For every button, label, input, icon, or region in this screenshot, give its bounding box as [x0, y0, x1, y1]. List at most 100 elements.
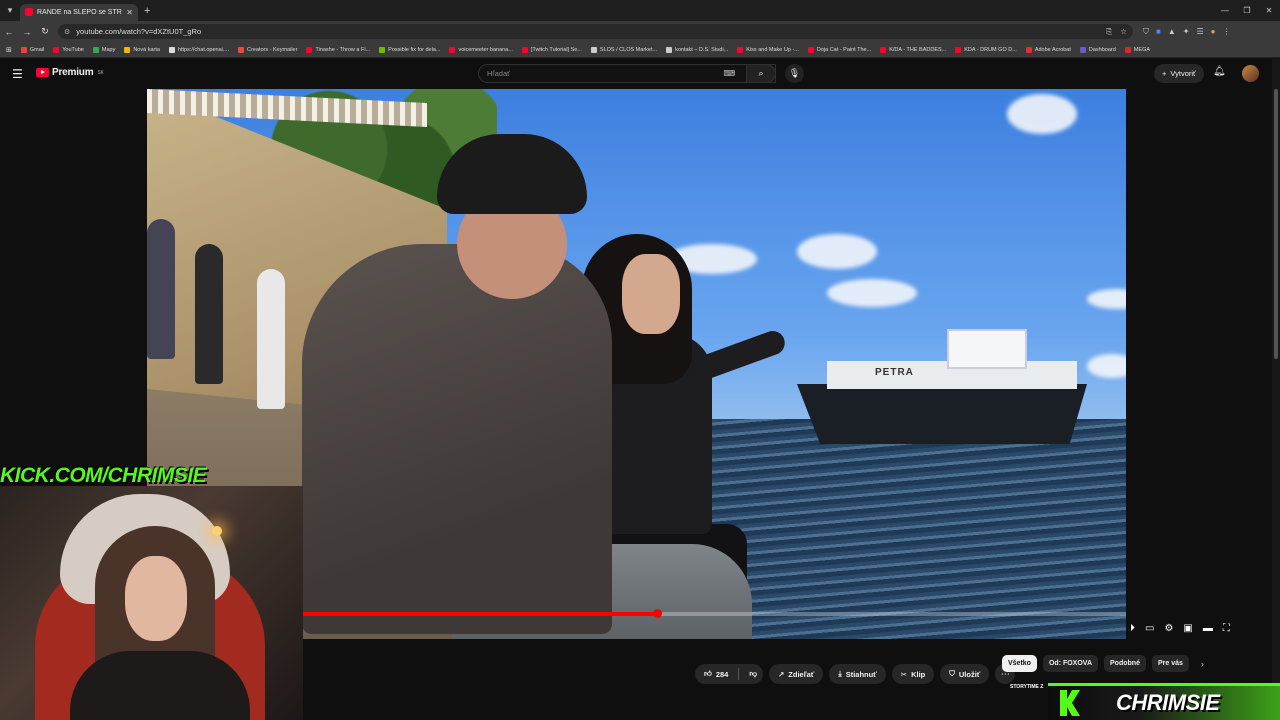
bookmark-label: [Twitch Tutorial] Se... — [530, 46, 582, 53]
bookmark-label: Dashboard — [1088, 46, 1116, 53]
fullscreen-icon[interactable]: ⛶ — [1223, 623, 1230, 634]
bookmark-label: Doja Cat - Paint The... — [816, 46, 872, 53]
address-toolbar: ← → ↻ ⚙ youtube.com/watch?v=dXZtU0T_gRo … — [0, 21, 1280, 42]
voice-search-button[interactable]: 🎙︎ — [785, 64, 804, 83]
dislike-button[interactable]: 👎︎ — [749, 669, 757, 679]
theater-mode-icon[interactable]: ▬ — [1203, 623, 1213, 634]
bookmark-item[interactable]: K/DA - THE BADDES... — [880, 46, 946, 53]
new-tab-button[interactable]: + — [144, 5, 150, 17]
url-bar[interactable]: ⚙ youtube.com/watch?v=dXZtU0T_gRo ⎘ ☆ — [58, 24, 1133, 39]
bookmark-item[interactable]: voicemeeter banana... — [449, 46, 513, 53]
hamburger-menu-icon[interactable]: ☰ — [12, 67, 23, 81]
bookmark-item[interactable]: Possible fix for dela... — [379, 46, 440, 53]
save-button[interactable]: ⛉ Uložiť — [940, 664, 990, 684]
extensions-puzzle-icon[interactable]: ✦ — [1183, 27, 1190, 37]
tab-search-icon[interactable]: ▾ — [0, 0, 20, 21]
bookmark-item[interactable]: Mapy — [92, 46, 116, 53]
close-tab-icon[interactable]: ✕ — [126, 8, 133, 17]
bookmark-item[interactable]: [Twitch Tutorial] Se... — [521, 46, 582, 53]
chips-next-arrow-icon[interactable]: › — [1201, 659, 1204, 669]
search-input[interactable]: Hľadať ⌨ — [478, 64, 776, 83]
filter-chip[interactable]: Pre vás — [1151, 655, 1189, 672]
reload-icon[interactable]: ↻ — [36, 26, 54, 37]
save-label: Uložiť — [958, 669, 981, 679]
bookmark-label: voicemeeter banana... — [458, 46, 513, 53]
filter-chip[interactable]: Podobné — [1104, 655, 1146, 672]
create-button[interactable]: + Vytvoriť — [1154, 64, 1204, 83]
region-code: SK — [97, 69, 104, 76]
extension-blue-icon[interactable]: ■ — [1156, 27, 1161, 37]
profile-avatar-icon[interactable]: ● — [1211, 27, 1216, 37]
bookmark-item[interactable]: Gmail — [20, 46, 45, 53]
streamer-brand-banner: CHRIMSIE — [1048, 686, 1280, 720]
scissors-icon: ✂ — [900, 669, 908, 679]
like-button[interactable]: 👍︎ 284 — [704, 669, 728, 679]
forward-arrow-icon[interactable]: → — [18, 27, 36, 37]
site-info-icon[interactable]: ⚙ — [64, 28, 70, 36]
browser-tab-active[interactable]: RANDE na SLEPO se STREAMER... ✕ — [20, 3, 138, 21]
bookmark-label: Mapy — [101, 46, 116, 53]
page-scrollbar[interactable] — [1272, 59, 1280, 720]
account-avatar[interactable] — [1242, 65, 1259, 82]
bookmark-star-icon[interactable]: ☆ — [1120, 27, 1127, 37]
youtube-premium-logo[interactable]: Premium SK — [36, 67, 104, 78]
bookmark-item[interactable]: Doja Cat - Paint The... — [807, 46, 872, 53]
bookmark-label: YouTube — [62, 46, 84, 53]
like-dislike-group: 👍︎ 284 👎︎ — [695, 664, 763, 684]
bookmark-item[interactable]: Tinashe - Throw a Fi... — [306, 46, 370, 53]
minimize-icon[interactable]: — — [1214, 0, 1236, 21]
back-arrow-icon[interactable]: ← — [0, 27, 18, 37]
share-button[interactable]: ↗ Zdieľať — [768, 664, 824, 684]
apps-grid-icon[interactable]: ⊞ — [6, 46, 12, 54]
bookmark-item[interactable]: Creators - Keymailer — [238, 46, 297, 53]
autoplay-toggle-icon[interactable]: ⏵ — [1130, 623, 1135, 634]
pedestrian — [195, 244, 223, 384]
bookmark-item[interactable]: SLOS / CLOS Market... — [590, 46, 658, 53]
tab-search-list-icon[interactable]: ☰ — [1196, 27, 1203, 37]
bookmark-favicon-icon — [955, 46, 962, 53]
bookmark-label: KDA - DRUM GO D... — [964, 46, 1017, 53]
bookmark-label: https://chat.openai.... — [177, 46, 229, 53]
bookmark-item[interactable]: Nová karta — [124, 46, 160, 53]
miniplayer-icon[interactable]: ▣ — [1183, 623, 1192, 634]
bookmark-item[interactable]: KDA - DRUM GO D... — [955, 46, 1017, 53]
bookmark-favicon-icon — [449, 46, 456, 53]
related-filter-chips: Všetko Od: FOXOVA Podobné Pre vás › — [1002, 655, 1204, 672]
notifications-bell-icon[interactable]: 🔔︎ — [1213, 66, 1226, 77]
subtitles-icon[interactable]: ▭ — [1145, 623, 1154, 634]
scrollbar-thumb[interactable] — [1274, 89, 1278, 359]
bookmark-item[interactable]: MEGA — [1124, 46, 1150, 53]
filter-chip[interactable]: Všetko — [1002, 655, 1037, 672]
clip-button[interactable]: ✂ Klip — [891, 664, 935, 684]
shield-extension-icon[interactable]: ⛉ — [1143, 27, 1149, 37]
bookmark-label: SLOS / CLOS Market... — [599, 46, 658, 53]
bookmark-label: Gmail — [29, 46, 45, 53]
download-button[interactable]: ⤓ Stiahnuť — [829, 664, 886, 684]
clip-label: Klip — [911, 669, 926, 679]
bookmark-item[interactable]: YouTube — [53, 46, 84, 53]
bookmark-favicon-icon — [1025, 46, 1032, 53]
extension-drive-icon[interactable]: ▲ — [1168, 27, 1176, 37]
boat-hull — [797, 384, 1087, 444]
bookmark-favicon-icon — [124, 46, 131, 53]
divider — [738, 668, 740, 680]
search-button[interactable]: ⌕ — [746, 64, 776, 83]
woman-arm — [685, 327, 789, 385]
bookmark-item[interactable]: Kiss and Make Up -... — [737, 46, 799, 53]
browser-menu-icon[interactable]: ⋮ — [1222, 27, 1230, 37]
restore-icon[interactable]: ❐ — [1236, 0, 1258, 21]
keyboard-icon[interactable]: ⌨ — [723, 69, 735, 78]
video-progress-bar[interactable] — [303, 609, 1126, 618]
bookmark-favicon-icon — [1079, 46, 1086, 53]
filter-chip[interactable]: Od: FOXOVA — [1042, 655, 1099, 672]
install-app-icon[interactable]: ⎘ — [1106, 27, 1112, 37]
streamer-body — [70, 651, 250, 720]
bookmark-item[interactable]: Adobe Acrobat — [1025, 46, 1071, 53]
bookmark-item[interactable]: https://chat.openai.... — [168, 46, 229, 53]
bookmark-favicon-icon — [379, 46, 386, 53]
bookmark-item[interactable]: kontakt – D.S. Studi... — [666, 46, 728, 53]
close-window-icon[interactable]: ✕ — [1258, 0, 1280, 21]
settings-gear-icon[interactable]: ⚙ — [1164, 623, 1173, 634]
bookmark-item[interactable]: Dashboard — [1079, 46, 1116, 53]
scrubber-handle[interactable] — [652, 609, 662, 618]
